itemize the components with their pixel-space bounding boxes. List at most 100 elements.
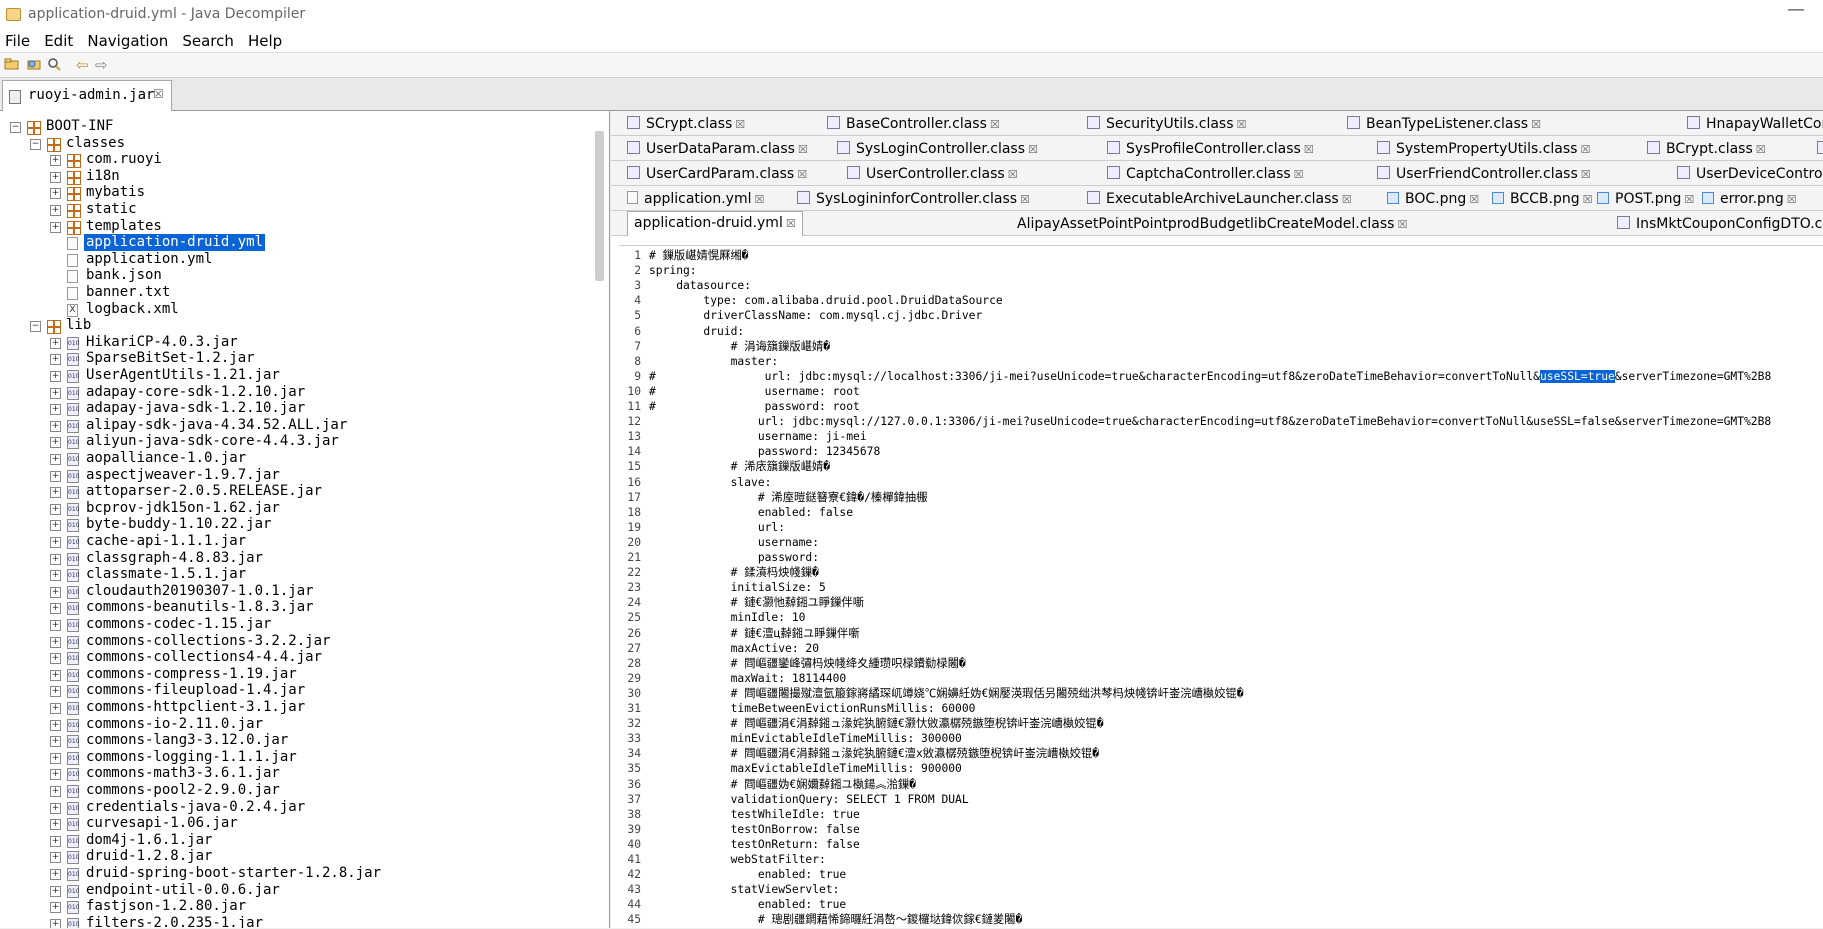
close-icon[interactable]: ☒	[1684, 193, 1694, 206]
forward-arrow-icon[interactable]: ⇨	[95, 57, 108, 73]
expand-icon[interactable]: +	[50, 570, 61, 582]
close-icon[interactable]: ☒	[755, 193, 765, 206]
close-icon[interactable]: ☒	[1580, 143, 1590, 156]
editor-tab[interactable]: SecurityUtils.class ☒	[1087, 113, 1246, 135]
expand-icon[interactable]: +	[50, 586, 61, 598]
menu-edit[interactable]: Edit	[44, 30, 73, 52]
close-icon[interactable]: ☒	[1304, 143, 1314, 156]
editor-tab[interactable]: application-druid.yml ☒	[627, 211, 803, 236]
editor-tab[interactable]: InsMktCouponConfigDTO.cla	[1617, 213, 1823, 235]
expand-icon[interactable]: +	[50, 819, 61, 831]
editor-tab[interactable]: POST.png ☒	[1597, 188, 1694, 210]
editor-tab[interactable]: BCCB.png ☒	[1492, 188, 1593, 210]
package-tree[interactable]: − BOOT-INF − classes + com.ruoyi + i18n + mybatis…	[0, 111, 610, 928]
editor-tab[interactable]: BCry	[1817, 138, 1823, 160]
expand-icon[interactable]: +	[50, 487, 61, 499]
expand-icon[interactable]: +	[50, 503, 61, 515]
editor-tab[interactable]: application.yml ☒	[627, 188, 764, 210]
close-icon[interactable]: ☒	[153, 87, 164, 101]
editor-tab[interactable]: SystemPropertyUtils.class ☒	[1377, 138, 1590, 160]
close-icon[interactable]: ☒	[735, 118, 745, 131]
open-file-icon[interactable]	[4, 57, 20, 76]
editor-tab[interactable]: UserFriendController.class ☒	[1377, 163, 1591, 185]
expand-icon[interactable]: +	[50, 553, 61, 565]
editor-tab[interactable]: SysLoginController.class ☒	[837, 138, 1038, 160]
expand-icon[interactable]: +	[50, 537, 61, 548]
close-icon[interactable]: ☒	[798, 143, 808, 156]
editor-tab[interactable]: UserDataParam.class ☒	[627, 138, 808, 160]
menu-file[interactable]: File	[5, 30, 30, 52]
close-icon[interactable]: ☒	[1020, 193, 1030, 206]
close-icon[interactable]: ☒	[1531, 118, 1541, 131]
editor-tab[interactable]: BaseController.class ☒	[827, 113, 1000, 135]
editor-tab[interactable]: SCrypt.class ☒	[627, 113, 745, 135]
menu-search[interactable]: Search	[182, 30, 234, 52]
expand-icon[interactable]: +	[50, 155, 61, 167]
editor-tab[interactable]: UserCardParam.class ☒	[627, 163, 807, 185]
editor-tab[interactable]: AlipayAssetPointPointprodBudgetlibCreate…	[927, 213, 1407, 235]
expand-icon[interactable]: +	[50, 852, 61, 864]
expand-icon[interactable]: +	[50, 653, 61, 665]
expand-icon[interactable]: +	[50, 603, 61, 615]
editor-tab[interactable]: HnapayWalletController.c	[1687, 113, 1823, 135]
expand-icon[interactable]: +	[50, 786, 61, 797]
close-icon[interactable]: ☒	[990, 118, 1000, 131]
expand-icon[interactable]: +	[50, 918, 61, 928]
close-icon[interactable]: ☒	[1756, 143, 1766, 156]
close-icon[interactable]: ☒	[1294, 168, 1304, 181]
collapse-icon[interactable]: −	[30, 321, 41, 333]
expand-icon[interactable]: +	[50, 703, 61, 714]
editor-tab[interactable]: UserDeviceControlle	[1677, 163, 1823, 185]
expand-icon[interactable]: +	[50, 636, 61, 648]
expand-icon[interactable]: +	[50, 420, 61, 432]
close-icon[interactable]: ☒	[1237, 118, 1247, 131]
expand-icon[interactable]: +	[50, 437, 61, 449]
close-icon[interactable]: ☒	[797, 168, 807, 181]
close-icon[interactable]: ☒	[1028, 143, 1038, 156]
open-recent-icon[interactable]	[26, 57, 42, 76]
search-icon[interactable]	[46, 57, 62, 76]
close-icon[interactable]: ☒	[1583, 193, 1593, 206]
expand-icon[interactable]: +	[50, 337, 61, 349]
editor-tab[interactable]: BCrypt.class ☒	[1647, 138, 1766, 160]
expand-icon[interactable]: +	[50, 371, 61, 382]
minimize-button[interactable]: —	[1787, 0, 1805, 20]
editor-tab[interactable]: error.png ☒	[1702, 188, 1797, 210]
close-icon[interactable]: ☒	[1397, 218, 1407, 231]
collapse-icon[interactable]: −	[10, 122, 21, 133]
expand-icon[interactable]: +	[50, 221, 61, 233]
close-icon[interactable]: ☒	[786, 217, 796, 230]
close-icon[interactable]: ☒	[1008, 168, 1018, 181]
source-view[interactable]: 1 # 鏁版嵁婧愰厤缃� 2 spring: 3 datasource: 4 type: …	[619, 245, 1823, 929]
expand-icon[interactable]: +	[50, 188, 61, 200]
expand-icon[interactable]: +	[50, 769, 61, 781]
expand-icon[interactable]: +	[50, 520, 61, 532]
tree-scrollbar[interactable]	[595, 131, 604, 281]
editor-tab[interactable]: SysProfileController.class ☒	[1107, 138, 1314, 160]
expand-icon[interactable]: +	[50, 354, 61, 366]
editor-tab[interactable]: SysLogininforController.class ☒	[797, 188, 1030, 210]
menu-navigation[interactable]: Navigation	[87, 30, 168, 52]
tab-ruoyi-admin-jar[interactable]: ruoyi-admin.jar ☒	[2, 80, 172, 111]
editor-tab[interactable]: CaptchaController.class ☒	[1107, 163, 1304, 185]
menu-help[interactable]: Help	[248, 30, 282, 52]
expand-icon[interactable]: +	[50, 171, 61, 183]
expand-icon[interactable]: +	[50, 885, 61, 897]
close-icon[interactable]: ☒	[1581, 168, 1591, 181]
expand-icon[interactable]: +	[50, 835, 61, 847]
expand-icon[interactable]: +	[50, 404, 61, 416]
expand-icon[interactable]: +	[50, 752, 61, 764]
expand-icon[interactable]: +	[50, 736, 61, 748]
expand-icon[interactable]: +	[50, 719, 61, 731]
editor-tab[interactable]: BeanTypeListener.class ☒	[1347, 113, 1541, 135]
expand-icon[interactable]: +	[50, 869, 61, 880]
editor-tab[interactable]: ExecutableArchiveLauncher.class ☒	[1087, 188, 1352, 210]
collapse-icon[interactable]: −	[30, 138, 41, 150]
editor-tab[interactable]: BOC.png ☒	[1387, 188, 1479, 210]
expand-icon[interactable]: +	[50, 620, 61, 631]
expand-icon[interactable]: +	[50, 454, 61, 465]
close-icon[interactable]: ☒	[1342, 193, 1352, 206]
expand-icon[interactable]: +	[50, 802, 61, 814]
expand-icon[interactable]: +	[50, 669, 61, 681]
close-icon[interactable]: ☒	[1469, 193, 1479, 206]
